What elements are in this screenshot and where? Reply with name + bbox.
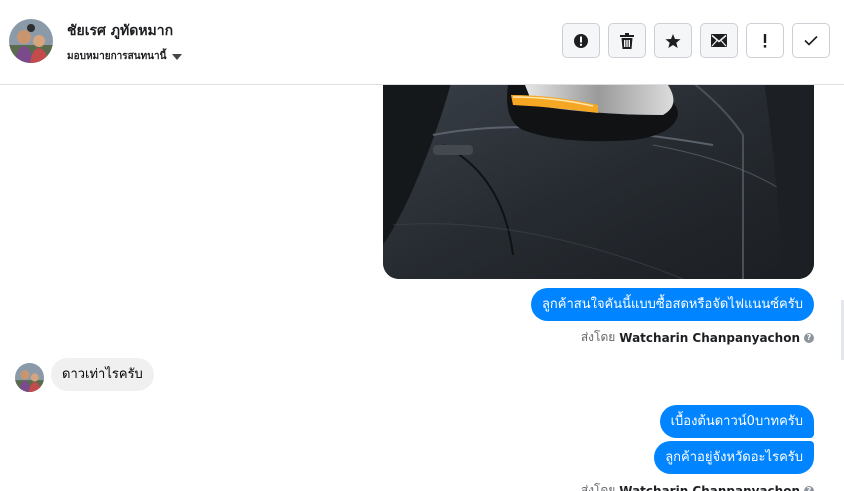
help-icon[interactable]: ? xyxy=(804,332,814,343)
star-button[interactable] xyxy=(654,23,692,58)
trash-icon xyxy=(620,32,634,49)
message-thread[interactable]: ลูกค้าสนใจคันนี้แบบซื้อสดหรือจัดไฟแนนซ์ค… xyxy=(0,85,844,491)
sent-by-name: Watcharin Chanpanyachon xyxy=(619,483,800,491)
delete-button[interactable] xyxy=(608,23,646,58)
assign-conversation-dropdown[interactable]: มอบหมายการสนทนานี้ xyxy=(67,49,183,64)
follow-up-button[interactable] xyxy=(746,23,784,58)
outgoing-message[interactable]: ลูกค้าสนใจคันนี้แบบซื้อสดหรือจัดไฟแนนซ์ค… xyxy=(530,288,814,321)
toolbar xyxy=(562,23,830,58)
conversation-header: ชัยเรศ ภูทัดหมาก มอบหมายการสนทนานี้ xyxy=(0,0,844,85)
sent-by-name: Watcharin Chanpanyachon xyxy=(619,330,800,345)
star-icon xyxy=(665,33,681,48)
help-icon[interactable]: ? xyxy=(804,485,814,491)
envelope-icon xyxy=(711,34,727,47)
mark-done-button[interactable] xyxy=(792,23,830,58)
mark-unread-button[interactable] xyxy=(700,23,738,58)
sent-by-line: ส่งโดย Watcharin Chanpanyachon ? xyxy=(581,328,814,347)
contact-name[interactable]: ชัยเรศ ภูทัดหมาก xyxy=(67,20,173,42)
contact-avatar[interactable] xyxy=(9,19,53,63)
alert-circle-icon xyxy=(574,33,588,48)
incoming-message[interactable]: ดาวเท่าไรครับ xyxy=(51,358,154,391)
contact-avatar-small xyxy=(15,363,44,392)
exclamation-icon xyxy=(763,33,767,48)
caret-down-icon xyxy=(172,53,183,60)
check-icon xyxy=(804,35,818,46)
car-photo-attachment[interactable] xyxy=(383,85,814,279)
outgoing-message[interactable]: ลูกค้าอยู่จังหวัดอะไรครับ xyxy=(654,441,814,474)
assign-label: มอบหมายการสนทนานี้ xyxy=(67,51,167,62)
sent-by-prefix: ส่งโดย xyxy=(580,330,616,344)
sent-by-line: ส่งโดย Watcharin Chanpanyachon ? xyxy=(581,481,814,491)
sent-by-prefix: ส่งโดย xyxy=(580,483,616,491)
spam-button[interactable] xyxy=(562,23,600,58)
outgoing-message[interactable]: เบื้องต้นดาวน์0บาทครับ xyxy=(659,405,814,438)
